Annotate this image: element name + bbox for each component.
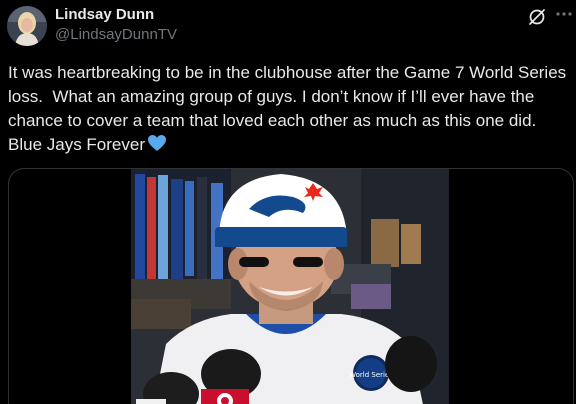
tweet: Lindsay Dunn @LindsayDunnTV It was heart… xyxy=(0,0,576,404)
video-still: World Series xyxy=(131,169,449,404)
avatar-photo xyxy=(7,6,47,46)
author-handle[interactable]: @LindsayDunnTV xyxy=(55,26,177,43)
media-video[interactable]: World Series xyxy=(8,168,574,404)
more-icon[interactable] xyxy=(554,4,574,24)
tweet-text: It was heartbreaking to be in the clubho… xyxy=(8,61,568,159)
author-display-name[interactable]: Lindsay Dunn xyxy=(55,6,154,23)
tweet-text-body: It was heartbreaking to be in the clubho… xyxy=(8,63,571,154)
grok-slash-icon[interactable] xyxy=(526,6,548,28)
avatar[interactable] xyxy=(7,6,47,46)
blue-heart-icon xyxy=(147,134,167,159)
video-frame[interactable]: World Series xyxy=(131,169,449,404)
